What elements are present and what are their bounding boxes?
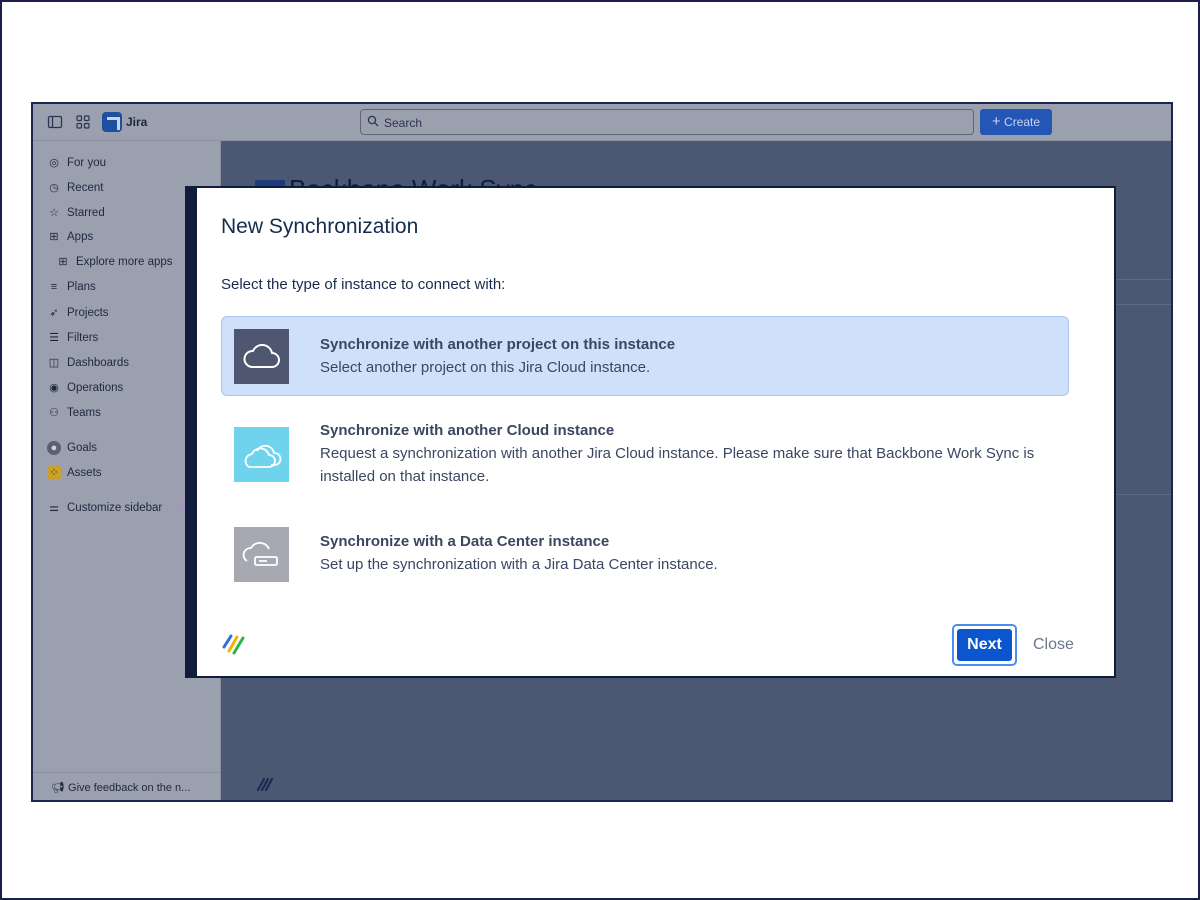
megaphone-icon: 📢︎ (51, 782, 65, 794)
apps-plus-icon: ⊞ (58, 256, 68, 268)
option-title: Synchronize with another project on this… (320, 336, 676, 353)
sidebar-item-label: Recent (67, 182, 104, 194)
top-navigation-bar: Jira Search + Create (33, 104, 1171, 141)
option-cloud-instance[interactable]: Synchronize with another Cloud instance … (221, 414, 1069, 494)
sidebar-item-operations[interactable]: ◉ Operations (47, 379, 123, 397)
rocket-icon: ➶ (49, 307, 59, 319)
app-switcher-icon[interactable] (75, 114, 91, 130)
sidebar-item-label: Assets (67, 467, 102, 479)
sidebar-item-label: Filters (67, 332, 99, 344)
sidebar-item-plans[interactable]: ≡ Plans (47, 278, 96, 296)
sidebar-item-assets[interactable]: ⁘ Assets (47, 464, 102, 482)
sidebar-item-label: Customize sidebar (67, 502, 163, 514)
sliders-icon: ⚌ (49, 502, 59, 514)
goals-icon: ● (47, 441, 61, 455)
option-description: Request a synchronization with another J… (320, 445, 1035, 485)
option-same-instance[interactable]: Synchronize with another project on this… (221, 316, 1069, 396)
feedback-link[interactable]: 📢︎ Give feedback on the n... (33, 772, 220, 800)
user-circle-icon: ◎ (49, 157, 59, 169)
operations-icon: ◉ (49, 382, 59, 394)
sidebar-item-for-you[interactable]: ◎ For you (47, 154, 106, 172)
sidebar-item-label: Teams (67, 407, 101, 419)
sidebar-item-label: Plans (67, 281, 96, 293)
sidebar-item-filters[interactable]: ☰ Filters (47, 329, 98, 347)
create-button[interactable]: + Create (980, 109, 1052, 135)
sidebar-item-label: Explore more apps (76, 256, 173, 268)
backbone-logo-icon (222, 634, 245, 655)
dashboard-icon: ◫ (48, 357, 60, 369)
clock-icon: ◷ (49, 182, 59, 194)
sidebar-toggle-icon[interactable] (47, 114, 63, 130)
sidebar-item-label: Dashboards (67, 357, 130, 369)
sidebar-item-recent[interactable]: ◷ Recent (47, 179, 103, 197)
sidebar-item-label: Goals (67, 442, 98, 454)
sidebar-item-projects[interactable]: ➶ Projects (47, 304, 109, 322)
sidebar-item-goals[interactable]: ● Goals (47, 439, 97, 457)
option-description: Set up the synchronization with a Jira D… (320, 556, 718, 573)
cloud-server-icon (234, 527, 289, 582)
teams-icon: ⚇ (49, 407, 59, 419)
option-description: Select another project on this Jira Clou… (320, 359, 651, 376)
search-input[interactable]: Search (360, 109, 974, 135)
sidebar-item-label: For you (67, 157, 106, 169)
close-button[interactable]: Close (1033, 636, 1074, 654)
search-icon (367, 115, 379, 127)
next-label: Next (957, 629, 1012, 661)
assets-icon: ⁘ (47, 466, 61, 480)
sidebar-item-starred[interactable]: ☆ Starred (47, 204, 105, 222)
cloud-icon (234, 329, 289, 384)
sidebar-item-label: Projects (67, 307, 109, 319)
sidebar-item-label: Apps (67, 231, 94, 243)
dialog-subtitle: Select the type of instance to connect w… (221, 276, 506, 293)
search-placeholder: Search (384, 116, 423, 130)
sidebar-item-label: Starred (67, 207, 105, 219)
apps-grid-icon: ⊞ (49, 231, 59, 243)
sidebar-item-explore-apps[interactable]: ⊞ Explore more apps (56, 253, 173, 271)
dialog-title: New Synchronization (221, 215, 419, 238)
new-synchronization-dialog: New Synchronization Select the type of i… (185, 186, 1116, 678)
create-label: Create (1004, 115, 1041, 129)
filter-icon: ☰ (49, 332, 59, 344)
option-data-center[interactable]: Synchronize with a Data Center instance … (221, 514, 1069, 594)
backbone-logo-icon (256, 777, 274, 792)
star-icon: ☆ (49, 207, 59, 219)
sidebar-item-label: Operations (67, 382, 124, 394)
plus-icon: + (991, 113, 1001, 130)
sidebar-item-customize[interactable]: ⚌ Customize sidebar (47, 499, 162, 517)
app-name: Jira (126, 115, 148, 129)
sidebar-item-dashboards[interactable]: ◫ Dashboards (47, 354, 129, 372)
screenshot-frame: Jira Search + Create ◎ For you ◷ Recent … (0, 0, 1200, 900)
feedback-label: Give feedback on the n... (68, 782, 191, 794)
option-title: Synchronize with another Cloud instance (320, 422, 615, 439)
sidebar-item-apps[interactable]: ⊞ Apps (47, 228, 93, 246)
option-title: Synchronize with a Data Center instance (320, 533, 610, 550)
next-button[interactable]: Next (952, 624, 1017, 666)
jira-logo-icon[interactable] (102, 112, 122, 132)
double-cloud-icon (234, 427, 289, 482)
sidebar-item-teams[interactable]: ⚇ Teams (47, 404, 101, 422)
plans-icon: ≡ (50, 281, 58, 293)
